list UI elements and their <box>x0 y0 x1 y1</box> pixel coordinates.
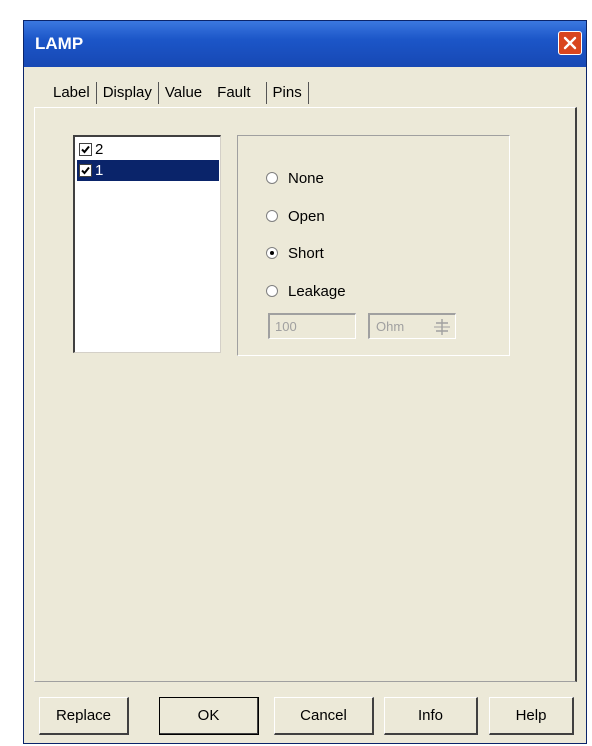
radio-label: Leakage <box>288 282 346 300</box>
tab-divider <box>307 82 309 104</box>
pin-listbox[interactable]: 2 1 <box>73 135 221 353</box>
dialog-window: LAMP Label Display Value Fault Pins 2 1 … <box>23 20 587 744</box>
close-icon <box>563 36 577 50</box>
checkmark-icon <box>81 166 90 175</box>
radio-label: Short <box>288 244 324 262</box>
tab-label[interactable]: Label <box>48 80 95 106</box>
leakage-unit-spinner[interactable]: Ohm <box>368 313 456 339</box>
list-item-pin-2[interactable]: 2 <box>77 139 219 160</box>
unit-label: Ohm <box>376 319 405 334</box>
radio-none[interactable]: None <box>266 166 324 190</box>
cancel-button[interactable]: Cancel <box>274 697 374 735</box>
tab-divider <box>95 82 97 104</box>
tab-divider <box>265 82 267 104</box>
tab-strip: Label Display Value Fault Pins <box>48 79 310 107</box>
ok-button[interactable]: OK <box>159 697 259 735</box>
replace-button[interactable]: Replace <box>39 697 129 735</box>
radio-button[interactable] <box>266 210 278 222</box>
radio-leakage[interactable]: Leakage <box>266 279 346 303</box>
leakage-value-field[interactable]: 100 <box>268 313 356 339</box>
title-bar[interactable]: LAMP <box>24 21 586 67</box>
tab-pins[interactable]: Pins <box>268 80 307 106</box>
tab-value[interactable]: Value <box>160 80 207 106</box>
spin-arrows-icon[interactable] <box>433 317 451 337</box>
pin-1-checkbox[interactable] <box>79 164 92 177</box>
radio-button[interactable] <box>266 285 278 297</box>
tab-divider <box>157 82 159 104</box>
window-title: LAMP <box>35 34 84 53</box>
button-bar: Replace OK Cancel Info Help <box>34 697 577 735</box>
pin-2-checkbox[interactable] <box>79 143 92 156</box>
tab-display[interactable]: Display <box>98 80 157 106</box>
list-item-pin-1[interactable]: 1 <box>77 160 219 181</box>
close-button[interactable] <box>558 31 582 55</box>
info-button[interactable]: Info <box>384 697 478 735</box>
radio-open[interactable]: Open <box>266 204 325 228</box>
tab-fault[interactable]: Fault <box>207 80 264 106</box>
fault-type-group: None Open Short Leakage 100 Ohm <box>237 135 510 356</box>
help-button[interactable]: Help <box>489 697 574 735</box>
pin-label: 2 <box>95 141 104 158</box>
radio-label: None <box>288 169 324 187</box>
radio-button-selected[interactable] <box>266 247 278 259</box>
radio-short[interactable]: Short <box>266 241 324 265</box>
radio-button[interactable] <box>266 172 278 184</box>
radio-label: Open <box>288 207 325 225</box>
pin-label: 1 <box>95 162 104 179</box>
checkmark-icon <box>81 145 90 154</box>
